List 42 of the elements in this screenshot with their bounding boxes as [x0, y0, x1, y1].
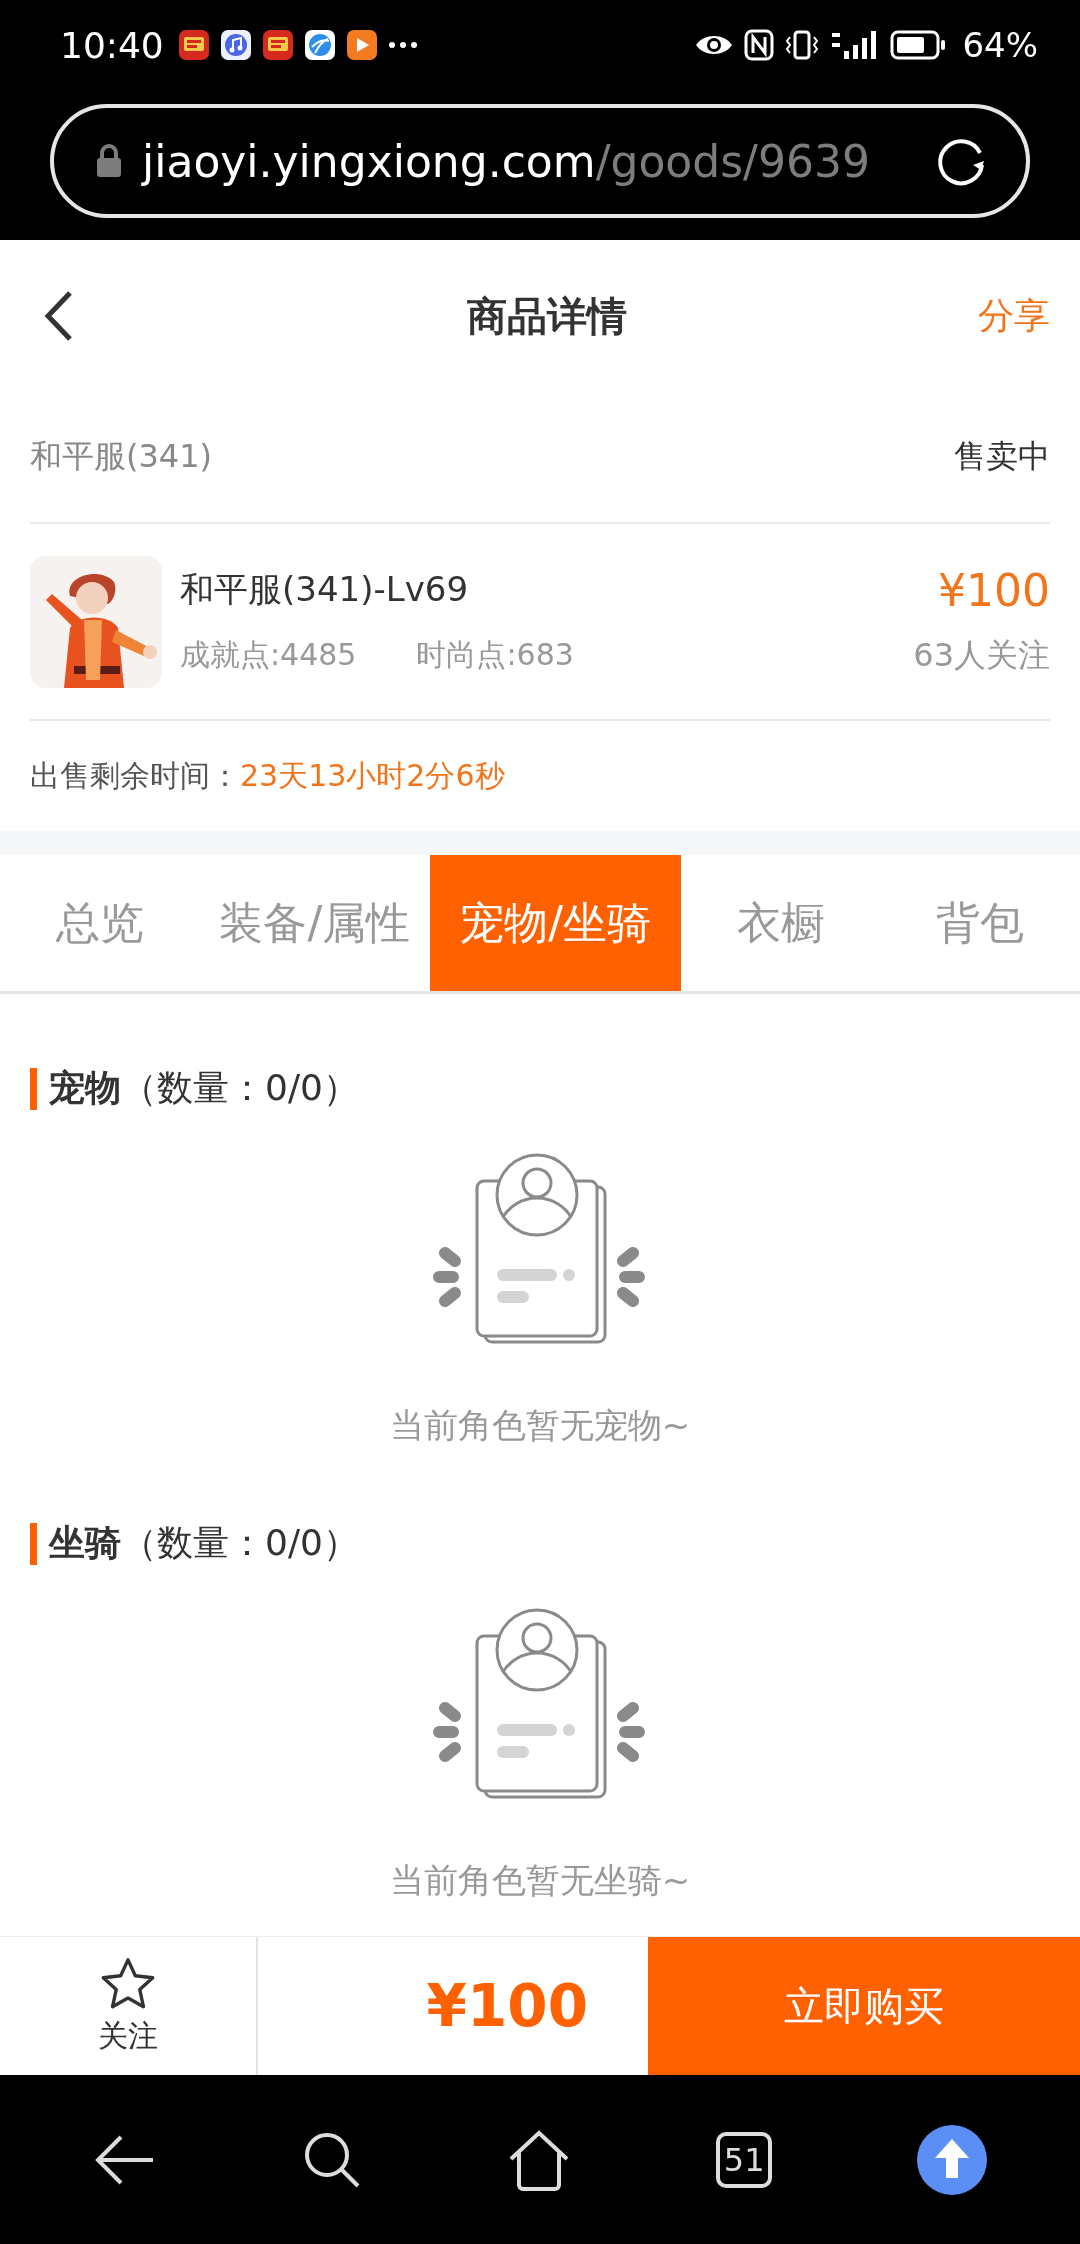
url-host: jiaoyi.yingxiong.com [142, 135, 596, 187]
lock-icon [94, 143, 124, 179]
battery-percentage: 64% [962, 25, 1038, 65]
empty-message: 当前角色暂无宠物~ [389, 1404, 691, 1447]
clock: 10:40 [60, 24, 164, 66]
shopping-app-icon [177, 29, 210, 61]
tab[interactable]: 背包 [880, 855, 1080, 991]
tab[interactable]: 总览 [0, 855, 200, 991]
tab[interactable]: 宠物/坐骑 [430, 855, 682, 991]
server-name: 和平服(341) [30, 436, 213, 477]
accent-bar [30, 1522, 37, 1565]
upload-icon[interactable] [917, 2124, 988, 2195]
section-heading: 宠物（数量：0/0） [49, 1066, 359, 1110]
empty-message: 当前角色暂无坐骑~ [389, 1859, 691, 1902]
tab[interactable]: 装备/属性 [199, 855, 431, 991]
tab-count-button[interactable]: 51 [716, 2131, 773, 2188]
shopping-app-icon [261, 29, 294, 61]
vibrate-icon [784, 29, 821, 61]
section-heading: 坐骑（数量：0/0） [49, 1521, 359, 1565]
more-icon [387, 41, 418, 49]
bottom-price: ¥100 [425, 1971, 589, 2042]
address-field[interactable]: jiaoyi.yingxiong.com/goods/9639 [50, 104, 1030, 218]
sale-status: 售卖中 [954, 436, 1050, 477]
nfc-icon [744, 29, 775, 61]
back-icon[interactable] [44, 289, 74, 343]
remaining-time-label: 出售剩余时间： [30, 756, 240, 795]
remaining-time: 23天13小时2分6秒 [240, 756, 505, 795]
goods-price: ¥100 [938, 565, 1050, 616]
url-path: /goods/9639 [595, 135, 871, 187]
goods-stat: 成就点:4485 [180, 636, 357, 674]
goods-title: 和平服(341)-Lv69 [180, 568, 470, 611]
accent-bar [30, 1067, 37, 1110]
follower-count: 63人关注 [913, 635, 1050, 676]
tab[interactable]: 衣橱 [681, 855, 881, 991]
buy-now-button[interactable]: 立即购买 [648, 1937, 1080, 2075]
page-title: 商品详情 [467, 291, 627, 341]
play-app-icon [345, 29, 378, 61]
music-app-icon [219, 29, 252, 61]
battery-icon [890, 30, 947, 60]
goods-stat: 时尚点:683 [416, 636, 574, 674]
globe-app-icon [303, 29, 336, 61]
share-link[interactable]: 分享 [978, 291, 1050, 341]
